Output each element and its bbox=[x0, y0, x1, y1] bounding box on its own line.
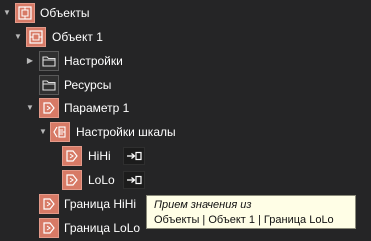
tree-item-label: Настройки шкалы bbox=[76, 125, 176, 139]
tree-item-label: Объекты bbox=[40, 6, 90, 20]
tooltip-path: Объекты | Объект 1 | Граница LoLo bbox=[154, 214, 334, 226]
tree-item-hihi[interactable]: HiHi bbox=[0, 144, 371, 168]
folder-icon bbox=[39, 75, 59, 95]
expand-arrow-icon[interactable]: ▼ bbox=[13, 32, 23, 42]
tree-item-resources[interactable]: Ресурсы bbox=[0, 73, 371, 97]
collapsed-arrow-icon[interactable]: ▶ bbox=[25, 56, 35, 66]
tree-item-object-1[interactable]: ▼ Объект 1 bbox=[0, 25, 371, 49]
parameter-icon bbox=[39, 194, 59, 214]
scale-icon bbox=[50, 122, 70, 142]
tree-item-label: Граница HiHi bbox=[64, 197, 137, 211]
folder-icon bbox=[39, 51, 59, 71]
expand-arrow-icon[interactable]: ▼ bbox=[2, 8, 12, 18]
link-source-button[interactable] bbox=[123, 171, 145, 189]
objects-root-icon bbox=[15, 3, 35, 23]
tree-item-lolo[interactable]: LoLo bbox=[0, 168, 371, 192]
link-source-tooltip: Прием значения из Объекты | Объект 1 | Г… bbox=[146, 195, 356, 229]
tree-item-objects[interactable]: ▼ Объекты bbox=[0, 1, 371, 25]
tree-item-label: Граница LoLo bbox=[64, 221, 141, 235]
tree-item-label: Ресурсы bbox=[64, 78, 112, 92]
parameter-icon bbox=[39, 218, 59, 238]
link-source-icon bbox=[127, 151, 142, 161]
expand-arrow-icon[interactable]: ▼ bbox=[38, 127, 48, 137]
tree-item-parameter-1[interactable]: ▼ Параметр 1 bbox=[0, 96, 371, 120]
tooltip-title: Прием значения из bbox=[154, 199, 252, 211]
tree-item-scale-settings[interactable]: ▼ Настройки шкалы bbox=[0, 120, 371, 144]
expand-arrow-icon[interactable]: ▼ bbox=[25, 103, 35, 113]
object-icon bbox=[26, 27, 46, 47]
link-source-icon bbox=[127, 175, 142, 185]
tree-item-settings[interactable]: ▶ Настройки bbox=[0, 49, 371, 73]
parameter-icon bbox=[62, 170, 82, 190]
parameter-icon bbox=[39, 98, 59, 118]
tree-item-label: LoLo bbox=[88, 173, 115, 187]
parameter-icon bbox=[62, 146, 82, 166]
link-source-button[interactable] bbox=[123, 147, 145, 165]
tree-item-label: HiHi bbox=[88, 149, 111, 163]
tree-item-label: Настройки bbox=[64, 54, 123, 68]
tree-item-label: Объект 1 bbox=[52, 30, 103, 44]
tree-item-label: Параметр 1 bbox=[64, 101, 130, 115]
